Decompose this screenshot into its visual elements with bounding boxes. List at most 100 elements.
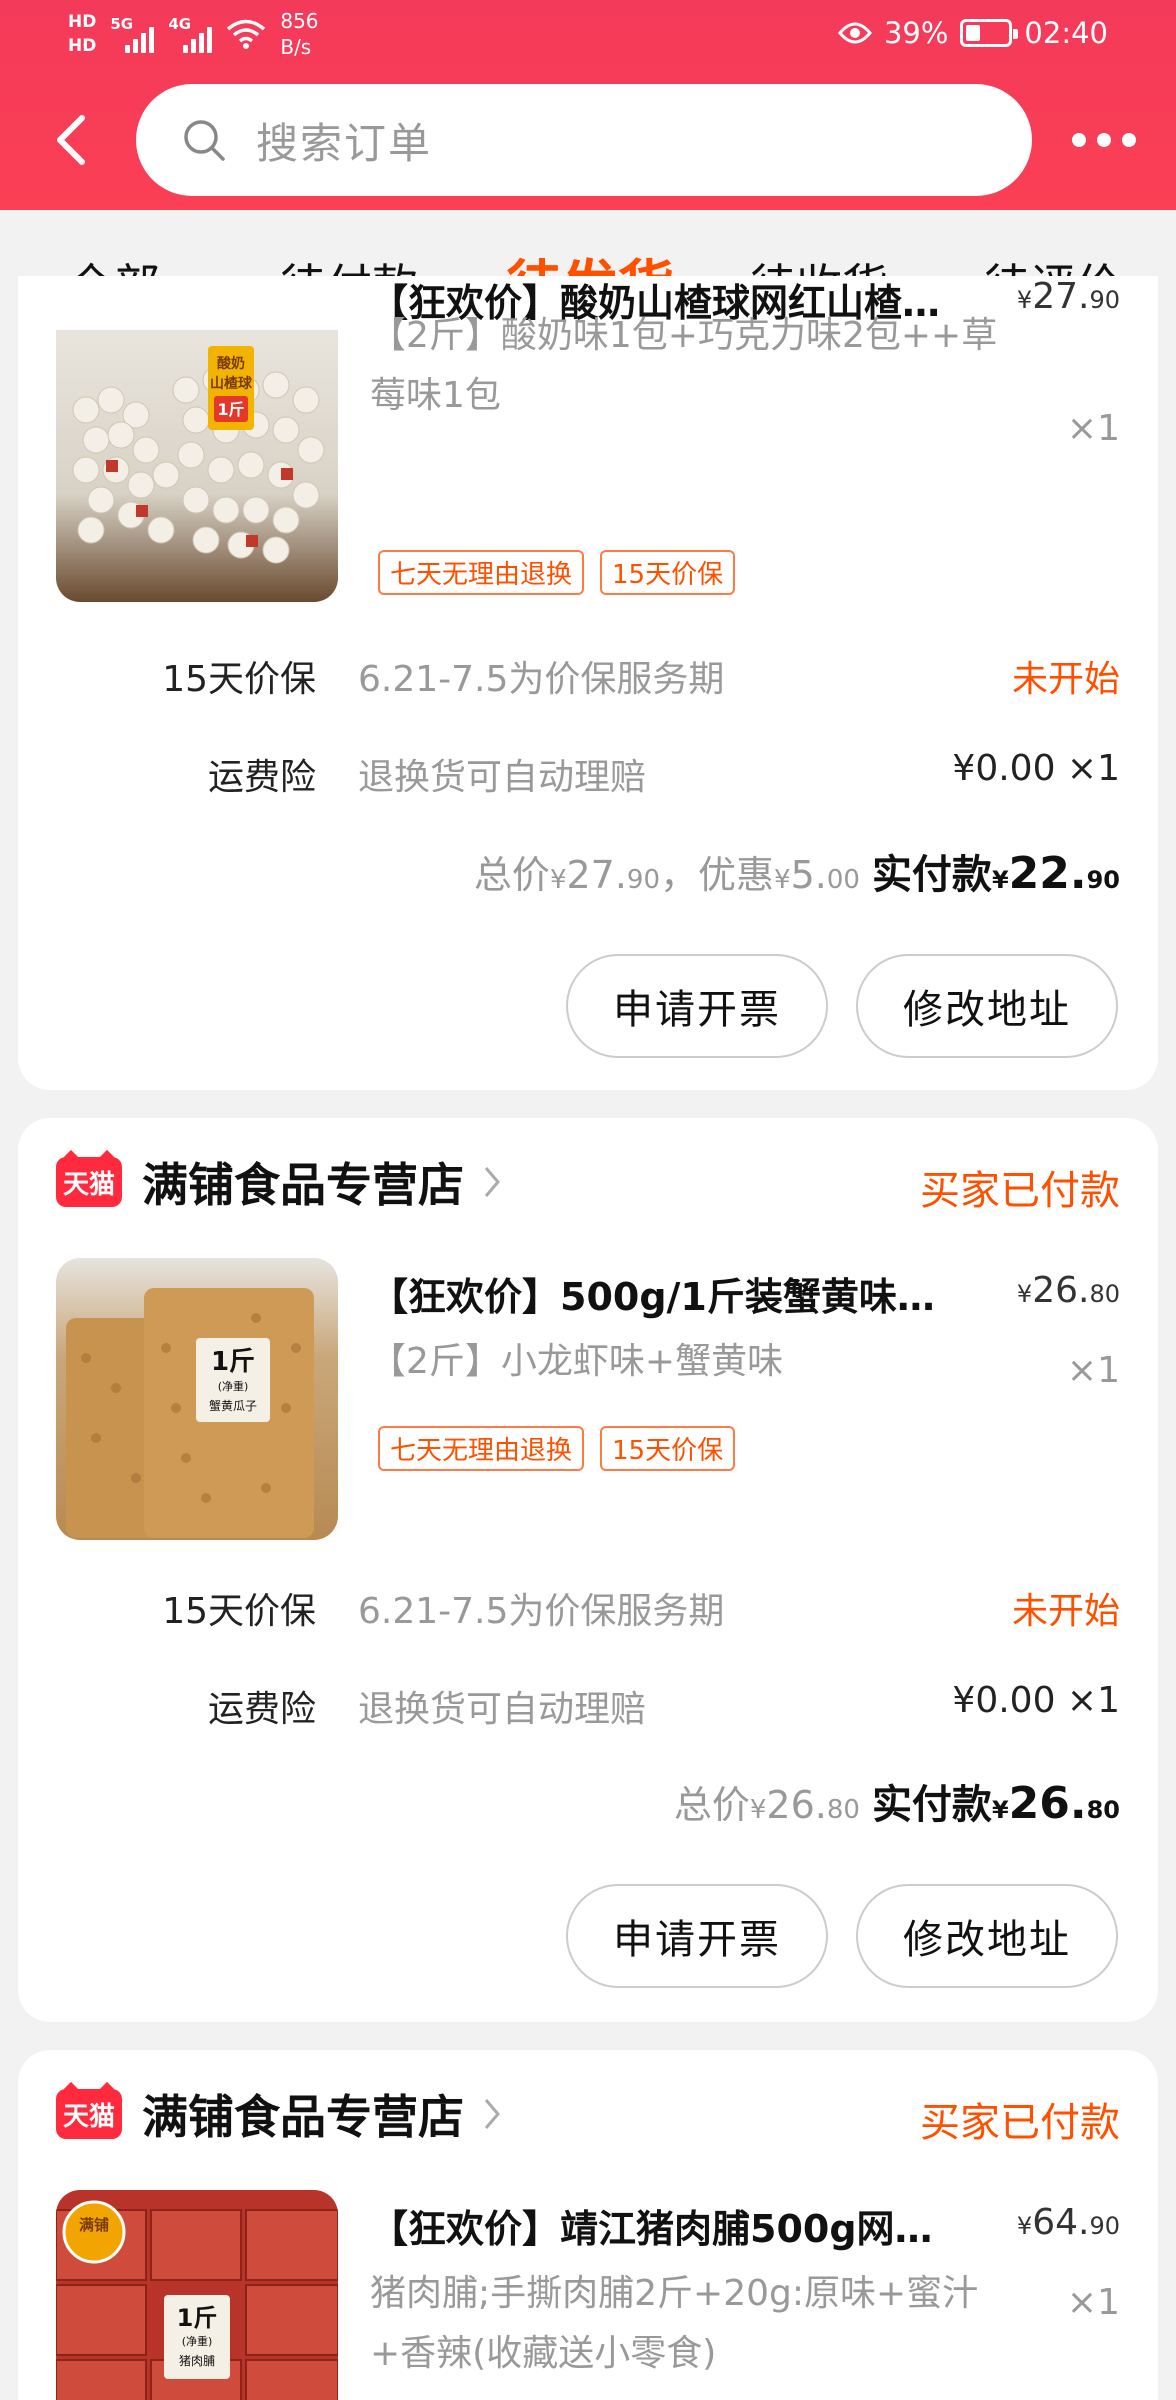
currency-symbol: ¥ xyxy=(1016,1280,1033,1308)
product-spec: 【2斤】酸奶味1包+巧克力味2包++草莓味1包 xyxy=(370,315,998,416)
back-button[interactable] xyxy=(48,112,96,168)
tag-price-protection: 15天价保 xyxy=(600,550,736,595)
paid-label: 实付款 xyxy=(871,1782,992,1828)
tag-price-protection: 15天价保 xyxy=(600,1426,736,1471)
discount-label: ，优惠 xyxy=(660,853,775,897)
image-text-2: (净重) xyxy=(218,1379,249,1393)
price-integer: 26. xyxy=(1032,1270,1090,1311)
status-bar: HD HD 5G 4G 856 B/s 39% 02:40 xyxy=(0,0,1176,72)
image-text-2: 1斤 xyxy=(177,2304,218,2332)
product-qty: ×1 xyxy=(1066,1350,1120,1391)
signal-5g-icon: 5G xyxy=(110,15,155,53)
status-left: HD HD 5G 4G 856 B/s xyxy=(68,8,319,60)
shipping-insurance-desc: 退换货可自动理赔 xyxy=(358,757,647,798)
order-card-1: 酸奶 山楂球 1斤 【狂欢价】酸奶山楂球网红山楂零食 ¥27.90 【2斤】酸奶… xyxy=(18,276,1158,1090)
speed-unit: B/s xyxy=(280,35,312,59)
shipping-insurance-value: ¥0.00 ×1 xyxy=(952,748,1120,789)
tmall-badge: 天猫 xyxy=(56,1157,122,1207)
total-amount: ¥26.80 xyxy=(749,1783,860,1827)
apply-invoice-button[interactable]: 申请开票 xyxy=(566,954,828,1058)
product-qty: ×1 xyxy=(1066,408,1120,449)
price-decimal: 80 xyxy=(1089,1280,1120,1308)
total-label: 总价 xyxy=(473,853,550,897)
product-spec: 【2斤】小龙虾味+蟹黄味 xyxy=(370,1341,784,1382)
product-image[interactable]: 1斤 (净重) 蟹黄瓜子 xyxy=(56,1258,338,1540)
more-button[interactable] xyxy=(1072,122,1136,158)
product-image[interactable]: 满铺 1斤 (净重) 猪肉脯 xyxy=(56,2190,338,2400)
image-text-3: 蟹黄瓜子 xyxy=(209,1398,257,1413)
price-protect-desc: 6.21-7.5为价保服务期 xyxy=(358,1591,725,1632)
currency-symbol: ¥ xyxy=(1016,286,1033,314)
order-card-2: 天猫 满铺食品专营店 买家已付款 1斤 (净重) 蟹黄瓜子 【狂欢价】500g/… xyxy=(18,1118,1158,2022)
melon-seeds-image: 1斤 (净重) 蟹黄瓜子 xyxy=(66,1288,314,1538)
hd-label-2: HD xyxy=(68,36,97,56)
order-card-3: 天猫 满铺食品专营店 买家已付款 满铺 1斤 (净重) 猪肉脯 【狂欢价】靖江猪… xyxy=(18,2050,1158,2400)
price-protect-desc: 6.21-7.5为价保服务期 xyxy=(358,659,725,700)
order-total: 总价 ¥26.80 实付款 ¥26.80 xyxy=(674,1772,1120,1830)
back-arrow-icon xyxy=(57,115,85,165)
chevron-right-icon xyxy=(484,1167,500,1197)
battery-percent: 39% xyxy=(883,16,949,50)
battery-icon xyxy=(960,19,1019,47)
product-price: ¥64.90 xyxy=(1017,2202,1120,2243)
product-price: ¥27.90 xyxy=(1017,276,1120,317)
shop-name: 满铺食品专营店 xyxy=(142,2090,464,2144)
shop-header[interactable]: 天猫 满铺食品专营店 xyxy=(56,1152,502,1212)
image-text-3: (净重) xyxy=(182,2334,213,2348)
apply-invoice-button[interactable]: 申请开票 xyxy=(566,1884,828,1988)
product-title[interactable]: 【狂欢价】靖江猪肉脯500g网红零食 xyxy=(370,2198,960,2253)
shipping-insurance-value: ¥0.00 ×1 xyxy=(952,1680,1120,1721)
total-amount: ¥27.90 xyxy=(549,853,661,897)
status-right: 39% 02:40 xyxy=(837,16,1108,50)
product-title[interactable]: 【狂欢价】500g/1斤装蟹黄味瓜子仁 xyxy=(370,1266,960,1321)
price-protect-label: 15天价保 xyxy=(162,659,316,700)
hd-label-1: HD xyxy=(68,12,97,32)
product-price: ¥26.80 xyxy=(1017,1270,1120,1311)
clock: 02:40 xyxy=(1024,16,1108,50)
wifi-icon xyxy=(227,19,266,49)
paid-amount: ¥26.80 xyxy=(991,1778,1120,1829)
service-tags: 七天无理由退换 15天价保 xyxy=(378,1426,736,1471)
image-text-1: 酸奶 xyxy=(217,355,245,372)
chevron-right-icon xyxy=(484,2099,500,2129)
image-text-1: 1斤 xyxy=(211,1347,255,1377)
more-icon-dot xyxy=(1072,133,1086,147)
pork-jerky-image: 满铺 1斤 (净重) 猪肉脯 xyxy=(56,2200,338,2400)
change-address-button[interactable]: 修改地址 xyxy=(856,1884,1118,1988)
product-spec: 猪肉脯;手撕肉脯2斤+20g:原味+蜜汁+香辣(收藏送小零食) xyxy=(370,2273,979,2374)
price-integer: 64. xyxy=(1032,2202,1090,2243)
price-decimal: 90 xyxy=(1089,286,1120,314)
paid-amount: ¥22.90 xyxy=(991,848,1120,899)
image-text-3: 1斤 xyxy=(217,400,244,419)
price-protect-status: 未开始 xyxy=(1011,1591,1120,1632)
hd-indicator: HD HD xyxy=(68,10,96,58)
order-total: 总价 ¥27.90 ，优惠 ¥5.00 实付款 ¥22.90 xyxy=(474,842,1120,900)
product-qty: ×1 xyxy=(1066,2282,1120,2323)
image-text-4: 猪肉脯 xyxy=(179,2354,215,2368)
more-icon-dot xyxy=(1122,133,1136,147)
shop-name: 满铺食品专营店 xyxy=(142,1158,464,1212)
shipping-insurance-label: 运费险 xyxy=(207,1689,316,1730)
order-status: 买家已付款 xyxy=(920,2100,1120,2146)
search-icon xyxy=(184,120,225,161)
eye-icon xyxy=(837,22,872,44)
network-speed: 856 B/s xyxy=(280,8,318,60)
shop-header[interactable]: 天猫 满铺食品专营店 xyxy=(56,2084,502,2144)
more-icon-dot xyxy=(1097,133,1111,147)
hawthorn-balls-image: 酸奶 山楂球 1斤 xyxy=(72,346,325,564)
shipping-insurance-label: 运费险 xyxy=(207,757,316,798)
shipping-insurance-desc: 退换货可自动理赔 xyxy=(358,1689,647,1730)
paid-label: 实付款 xyxy=(871,852,992,898)
search-input[interactable]: 搜索订单 xyxy=(136,84,1032,196)
top-header: HD HD 5G 4G 856 B/s 39% 02:40 搜索订单 xyxy=(0,0,1176,210)
price-protect-status: 未开始 xyxy=(1011,659,1120,700)
currency-symbol: ¥ xyxy=(1016,2212,1033,2240)
tag-seven-day-return: 七天无理由退换 xyxy=(378,550,585,595)
price-protect-label: 15天价保 xyxy=(162,1591,316,1632)
signal-4g-icon: 4G xyxy=(168,15,213,53)
change-address-button[interactable]: 修改地址 xyxy=(856,954,1118,1058)
total-label: 总价 xyxy=(673,1783,750,1827)
tmall-badge: 天猫 xyxy=(56,2089,122,2139)
product-image[interactable]: 酸奶 山楂球 1斤 xyxy=(56,330,338,602)
image-text-2: 山楂球 xyxy=(210,375,253,392)
